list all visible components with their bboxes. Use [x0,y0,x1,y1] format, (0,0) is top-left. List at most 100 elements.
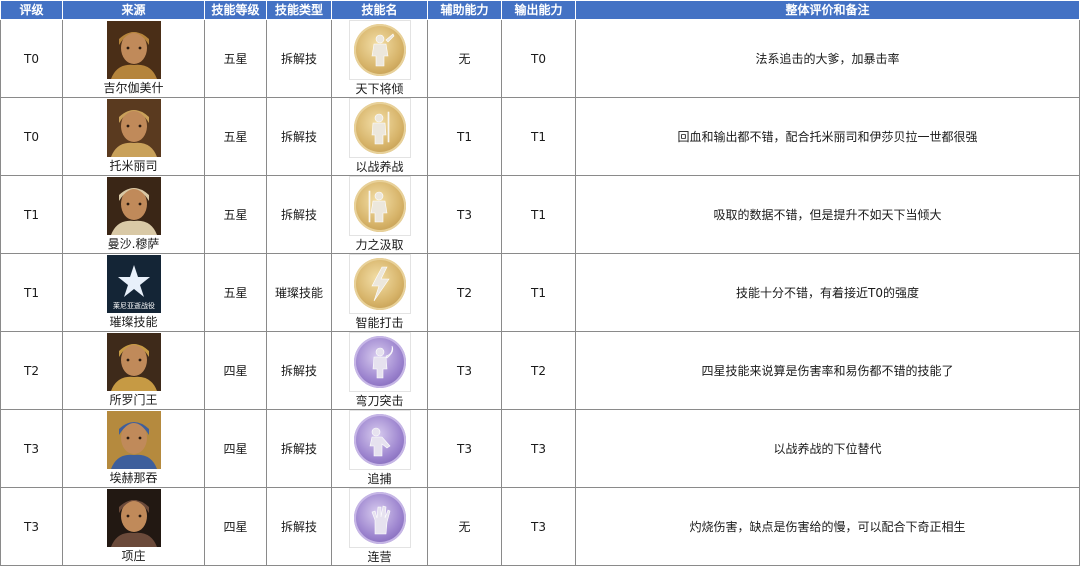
source-name: 埃赫那吞 [109,471,158,485]
rating-value: T3 [24,519,39,534]
rating-cell: T0 [0,97,63,176]
skill-type-value: 拆解技 [280,52,317,66]
header-support: 辅助能力 [427,0,502,20]
support-cell: T3 [427,331,502,410]
skill-name-cell: 追捕 [331,409,428,488]
source-name: 璀璨技能 [109,315,158,329]
support-cell: T2 [427,253,502,332]
skill-type-cell: 拆解技 [266,487,332,566]
skill-type-value: 拆解技 [280,442,317,456]
skill-level-cell: 四星 [204,487,267,566]
output-value: T1 [531,285,546,300]
source-name: 曼沙.穆萨 [107,237,160,251]
skill-level-cell: 五星 [204,175,267,254]
note-text: 技能十分不错，有着接近T0的强度 [736,286,919,300]
notes-cell: 灼烧伤害，缺点是伤害给的慢，可以配合下奇正相生 [575,487,1080,566]
support-value: T2 [457,285,472,300]
skill-name: 智能打击 [355,316,404,330]
support-value: T1 [457,129,472,144]
note-text: 法系追击的大爹，加暴击率 [755,52,900,66]
note-text: 以战养战的下位替代 [773,442,882,456]
support-value: 无 [458,520,471,534]
commander-portrait [106,333,161,391]
header-output: 输出能力 [501,0,576,20]
skill-name: 力之汲取 [355,238,404,252]
support-value: T3 [457,207,472,222]
skill-name-cell: 天下将倾 [331,19,428,98]
skill-level-value: 五星 [223,286,248,300]
skill-type-cell: 拆解技 [266,97,332,176]
skill-name-cell: 智能打击 [331,253,428,332]
table-row: T3 埃赫那吞 四星 拆解技 追捕 T3 T3 以战养战的下位替代 [0,409,1080,488]
rating-value: T2 [24,363,39,378]
skill-icon-frame [348,98,411,158]
note-text: 灼烧伤害，缺点是伤害给的慢，可以配合下奇正相生 [689,520,966,534]
notes-cell: 技能十分不错，有着接近T0的强度 [575,253,1080,332]
rating-value: T1 [24,285,39,300]
skill-type-value: 拆解技 [280,208,317,222]
rating-cell: T1 [0,253,63,332]
skill-type-cell: 拆解技 [266,19,332,98]
skill-name-cell: 力之汲取 [331,175,428,254]
note-text: 吸取的数据不错，但是提升不如天下当倾大 [713,208,942,222]
output-value: T1 [531,207,546,222]
skill-type-cell: 璀璨技能 [266,253,332,332]
lightning-strike-icon [353,258,406,310]
header-source: 来源 [62,0,205,20]
rating-cell: T3 [0,487,63,566]
skill-name-cell: 连营 [331,487,428,566]
skill-type-cell: 拆解技 [266,175,332,254]
warrior-silhouette-icon [353,24,406,76]
table-row: T1 莱尼亚逝战役 璀璨技能 五星 璀璨技能 智能打击 T2 T1 技能十分不错… [0,253,1080,332]
note-text: 回血和输出都不错，配合托米丽司和伊莎贝拉一世都很强 [677,130,978,144]
support-cell: 无 [427,19,502,98]
commander-portrait [106,99,161,157]
skill-name-cell: 弯刀突击 [331,331,428,410]
commander-portrait [106,411,161,469]
skill-level-cell: 五星 [204,97,267,176]
source-name: 项庄 [121,549,146,563]
support-cell: T3 [427,409,502,488]
notes-cell: 以战养战的下位替代 [575,409,1080,488]
output-cell: T0 [501,19,576,98]
output-value: T0 [531,51,546,66]
rating-value: T1 [24,207,39,222]
rating-cell: T2 [0,331,63,410]
header-row: 评级 来源 技能等级 技能类型 技能名 辅助能力 输出能力 整体评价和备注 [0,0,1080,20]
skill-level-cell: 四星 [204,409,267,488]
table-row: T2 所罗门王 四星 拆解技 弯刀突击 T3 T2 四星技能来说算是伤害率和易伤… [0,331,1080,410]
output-value: T3 [531,519,546,534]
output-cell: T3 [501,409,576,488]
table-row: T3 项庄 四星 拆解技 连营 无 T3 灼烧伤害，缺点是伤害给的慢，可以配合下… [0,487,1080,566]
flame-hand-icon [353,492,406,544]
notes-cell: 四星技能来说算是伤害率和易伤都不错的技能了 [575,331,1080,410]
header-skill-type: 技能类型 [266,0,332,20]
source-cell: 埃赫那吞 [62,409,205,488]
support-cell: 无 [427,487,502,566]
rating-cell: T3 [0,409,63,488]
commander-portrait [106,21,161,79]
skill-level-value: 四星 [223,442,248,456]
badge-label: 莱尼亚逝战役 [113,301,155,310]
commander-portrait [106,177,161,235]
table-row: T0 吉尔伽美什 五星 拆解技 天下将倾 无 T0 法系追击的大爹，加暴击率 [0,19,1080,98]
header-skill-level: 技能等级 [204,0,267,20]
rating-value: T3 [24,441,39,456]
source-cell: 莱尼亚逝战役 璀璨技能 [62,253,205,332]
skill-icon-frame [348,488,411,548]
skill-level-value: 四星 [223,364,248,378]
source-cell: 托米丽司 [62,97,205,176]
output-value: T1 [531,129,546,144]
support-cell: T3 [427,175,502,254]
output-cell: T1 [501,97,576,176]
skill-level-value: 五星 [223,130,248,144]
support-cell: T1 [427,97,502,176]
output-value: T3 [531,441,546,456]
output-cell: T3 [501,487,576,566]
skill-name: 天下将倾 [355,82,404,96]
note-text: 四星技能来说算是伤害率和易伤都不错的技能了 [701,364,954,378]
skill-type-value: 拆解技 [280,364,317,378]
support-value: T3 [457,441,472,456]
output-cell: T1 [501,175,576,254]
skill-name-cell: 以战养战 [331,97,428,176]
